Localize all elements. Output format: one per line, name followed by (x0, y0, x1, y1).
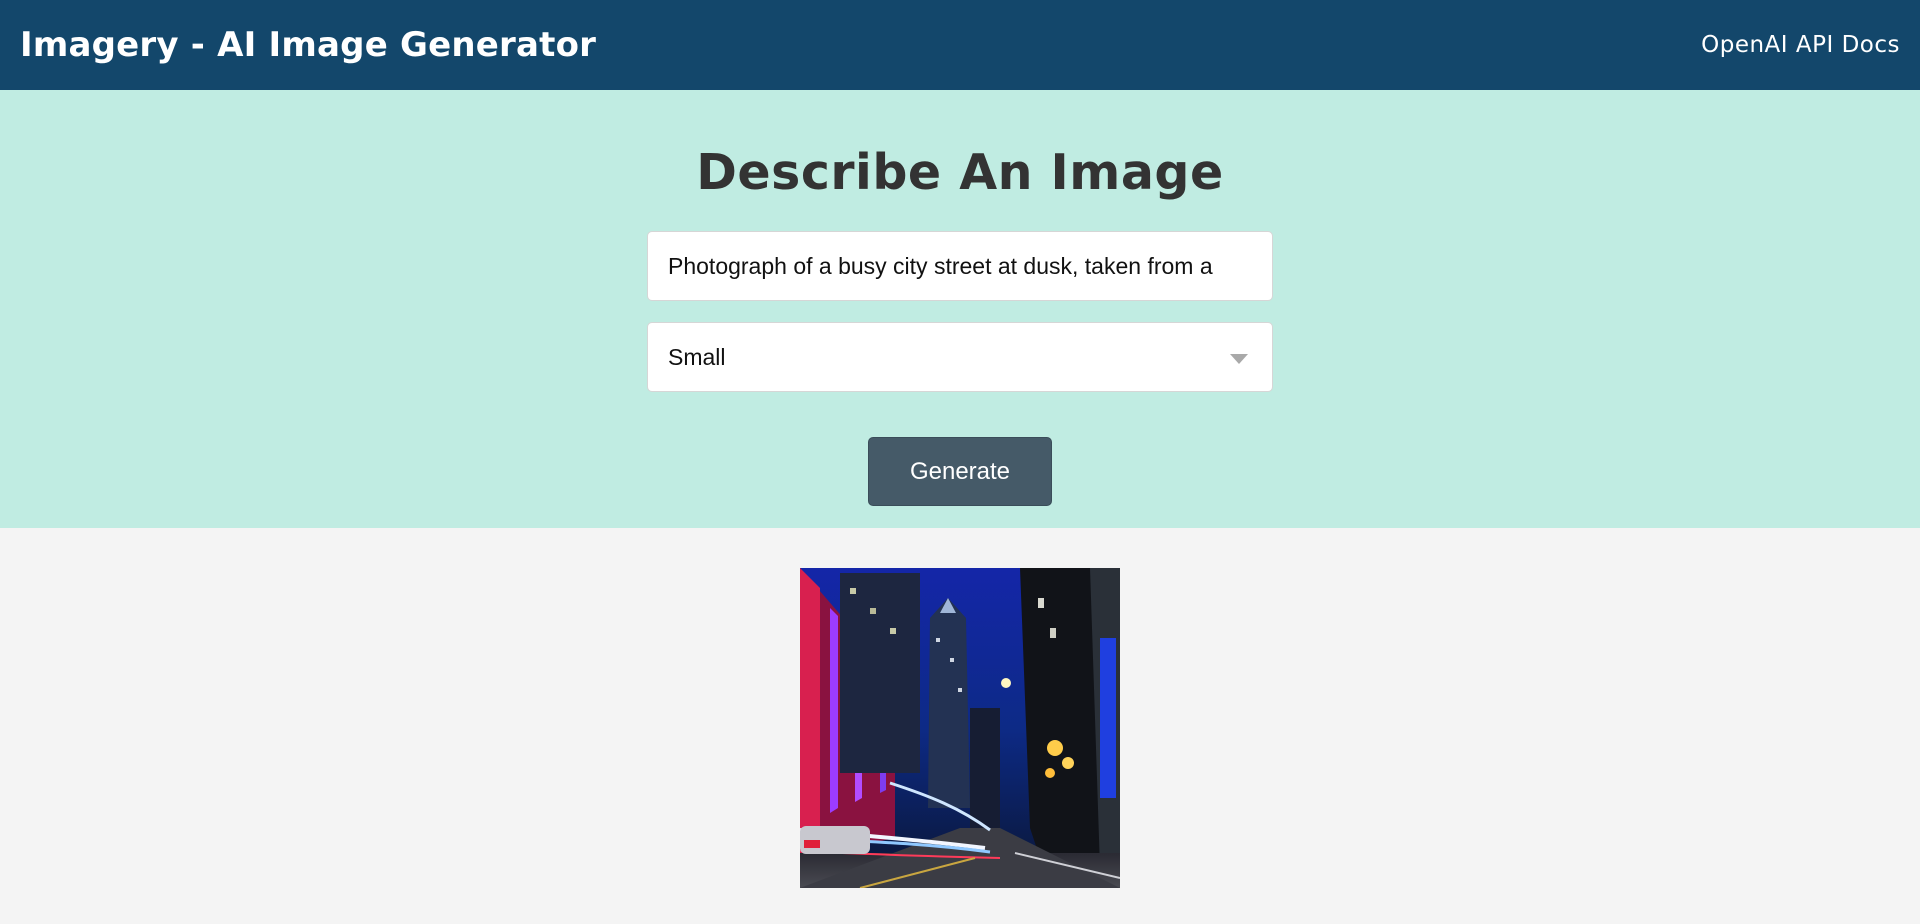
prompt-input[interactable] (668, 252, 1252, 280)
brand-title: Imagery - AI Image Generator (20, 25, 597, 65)
showcase: Describe An Image Small Generate (0, 90, 1920, 528)
size-select-value: Small (668, 343, 726, 370)
openai-docs-link[interactable]: OpenAI API Docs (1701, 32, 1900, 58)
generate-button[interactable]: Generate (868, 437, 1052, 506)
chevron-down-icon (1230, 354, 1248, 364)
generated-image (800, 568, 1120, 888)
size-select[interactable]: Small (647, 322, 1273, 392)
page-title: Describe An Image (696, 144, 1224, 201)
navbar: Imagery - AI Image Generator OpenAI API … (0, 0, 1920, 90)
result-section (0, 528, 1920, 888)
prompt-field[interactable] (647, 231, 1273, 301)
city-street-night-photo-icon (800, 568, 1120, 888)
